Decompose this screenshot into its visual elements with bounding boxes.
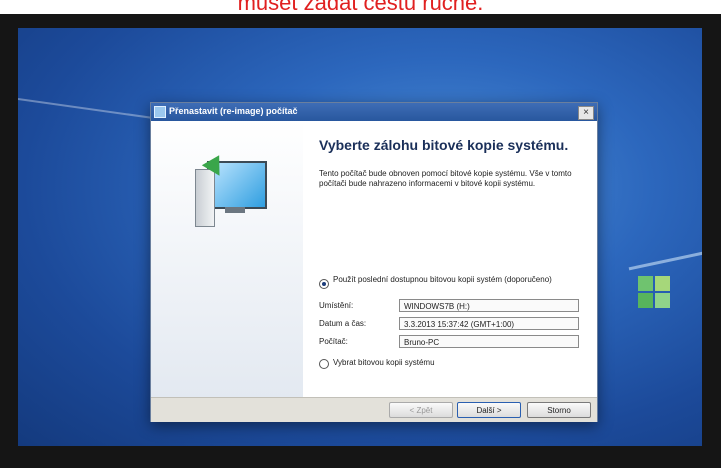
- close-button[interactable]: ×: [578, 106, 594, 120]
- reimage-dialog: Přenastavit (re-image) počítač × Vyberte…: [150, 102, 598, 422]
- windows-logo-icon: [638, 276, 672, 310]
- select-image-radio[interactable]: [319, 359, 329, 369]
- select-image-label[interactable]: Vybrat bitovou kopii systému: [333, 358, 435, 368]
- location-label: Umístění:: [319, 301, 354, 310]
- computer-restore-icon: [195, 155, 267, 227]
- monitor-bezel: Přenastavit (re-image) počítač × Vyberte…: [0, 14, 721, 468]
- dialog-title: Přenastavit (re-image) počítač: [169, 106, 298, 116]
- cancel-button[interactable]: Storno: [527, 402, 591, 418]
- computer-label: Počítač:: [319, 337, 348, 346]
- date-time-field: 3.3.2013 15:37:42 (GMT+1:00): [399, 317, 579, 330]
- desktop-screen: Přenastavit (re-image) počítač × Vyberte…: [18, 28, 702, 446]
- app-icon: [154, 106, 166, 118]
- computer-field: Bruno-PC: [399, 335, 579, 348]
- page-description: Tento počítač bude obnoven pomocí bitové…: [319, 169, 572, 188]
- dialog-footer: < Zpět Další > Storno: [151, 397, 597, 422]
- location-field: WINDOWS7B (H:): [399, 299, 579, 312]
- wallpaper-streak: [628, 248, 702, 271]
- page-heading: Vyberte zálohu bitové kopie systému.: [319, 137, 569, 153]
- dialog-title-bar[interactable]: Přenastavit (re-image) počítač ×: [151, 103, 597, 121]
- date-time-label: Datum a čas:: [319, 319, 367, 328]
- wizard-content: Vyberte zálohu bitové kopie systému. Ten…: [303, 121, 597, 397]
- next-button[interactable]: Další >: [457, 402, 521, 418]
- use-latest-image-label[interactable]: Použít poslední dostupnou bitovou kopii …: [333, 275, 563, 285]
- use-latest-image-radio[interactable]: [319, 279, 329, 289]
- wizard-side-panel: [151, 121, 303, 397]
- back-button[interactable]: < Zpět: [389, 402, 453, 418]
